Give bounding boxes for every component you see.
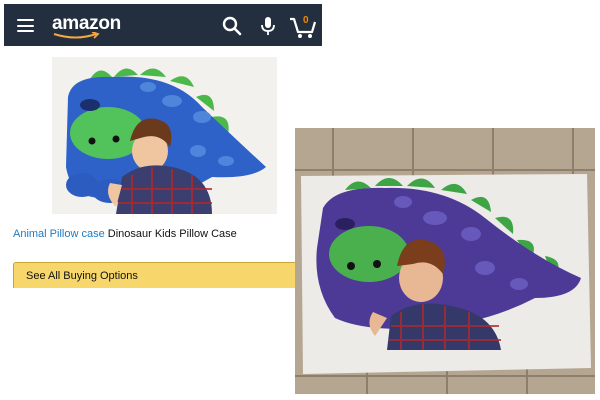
microphone-icon[interactable]: [256, 14, 280, 38]
see-all-buying-options-button[interactable]: See All Buying Options: [13, 262, 296, 288]
product-category-link[interactable]: Animal Pillow case: [13, 228, 105, 240]
app-header: amazon 0: [4, 4, 322, 46]
search-icon[interactable]: [220, 14, 244, 38]
product-name: Dinosaur Kids Pillow Case: [104, 228, 237, 240]
product-image[interactable]: [52, 57, 277, 214]
cart-button[interactable]: 0: [288, 12, 318, 40]
dinosaur-pillow-image: [52, 57, 277, 214]
menu-icon[interactable]: [17, 19, 34, 32]
amazon-smile-icon: [53, 32, 100, 39]
received-product-photo: [295, 128, 595, 394]
cart-count: 0: [303, 15, 309, 26]
buying-options-label: See All Buying Options: [26, 270, 138, 282]
product-title: Animal Pillow case Dinosaur Kids Pillow …: [13, 228, 237, 240]
floor-pillowcase-image: [295, 128, 595, 394]
